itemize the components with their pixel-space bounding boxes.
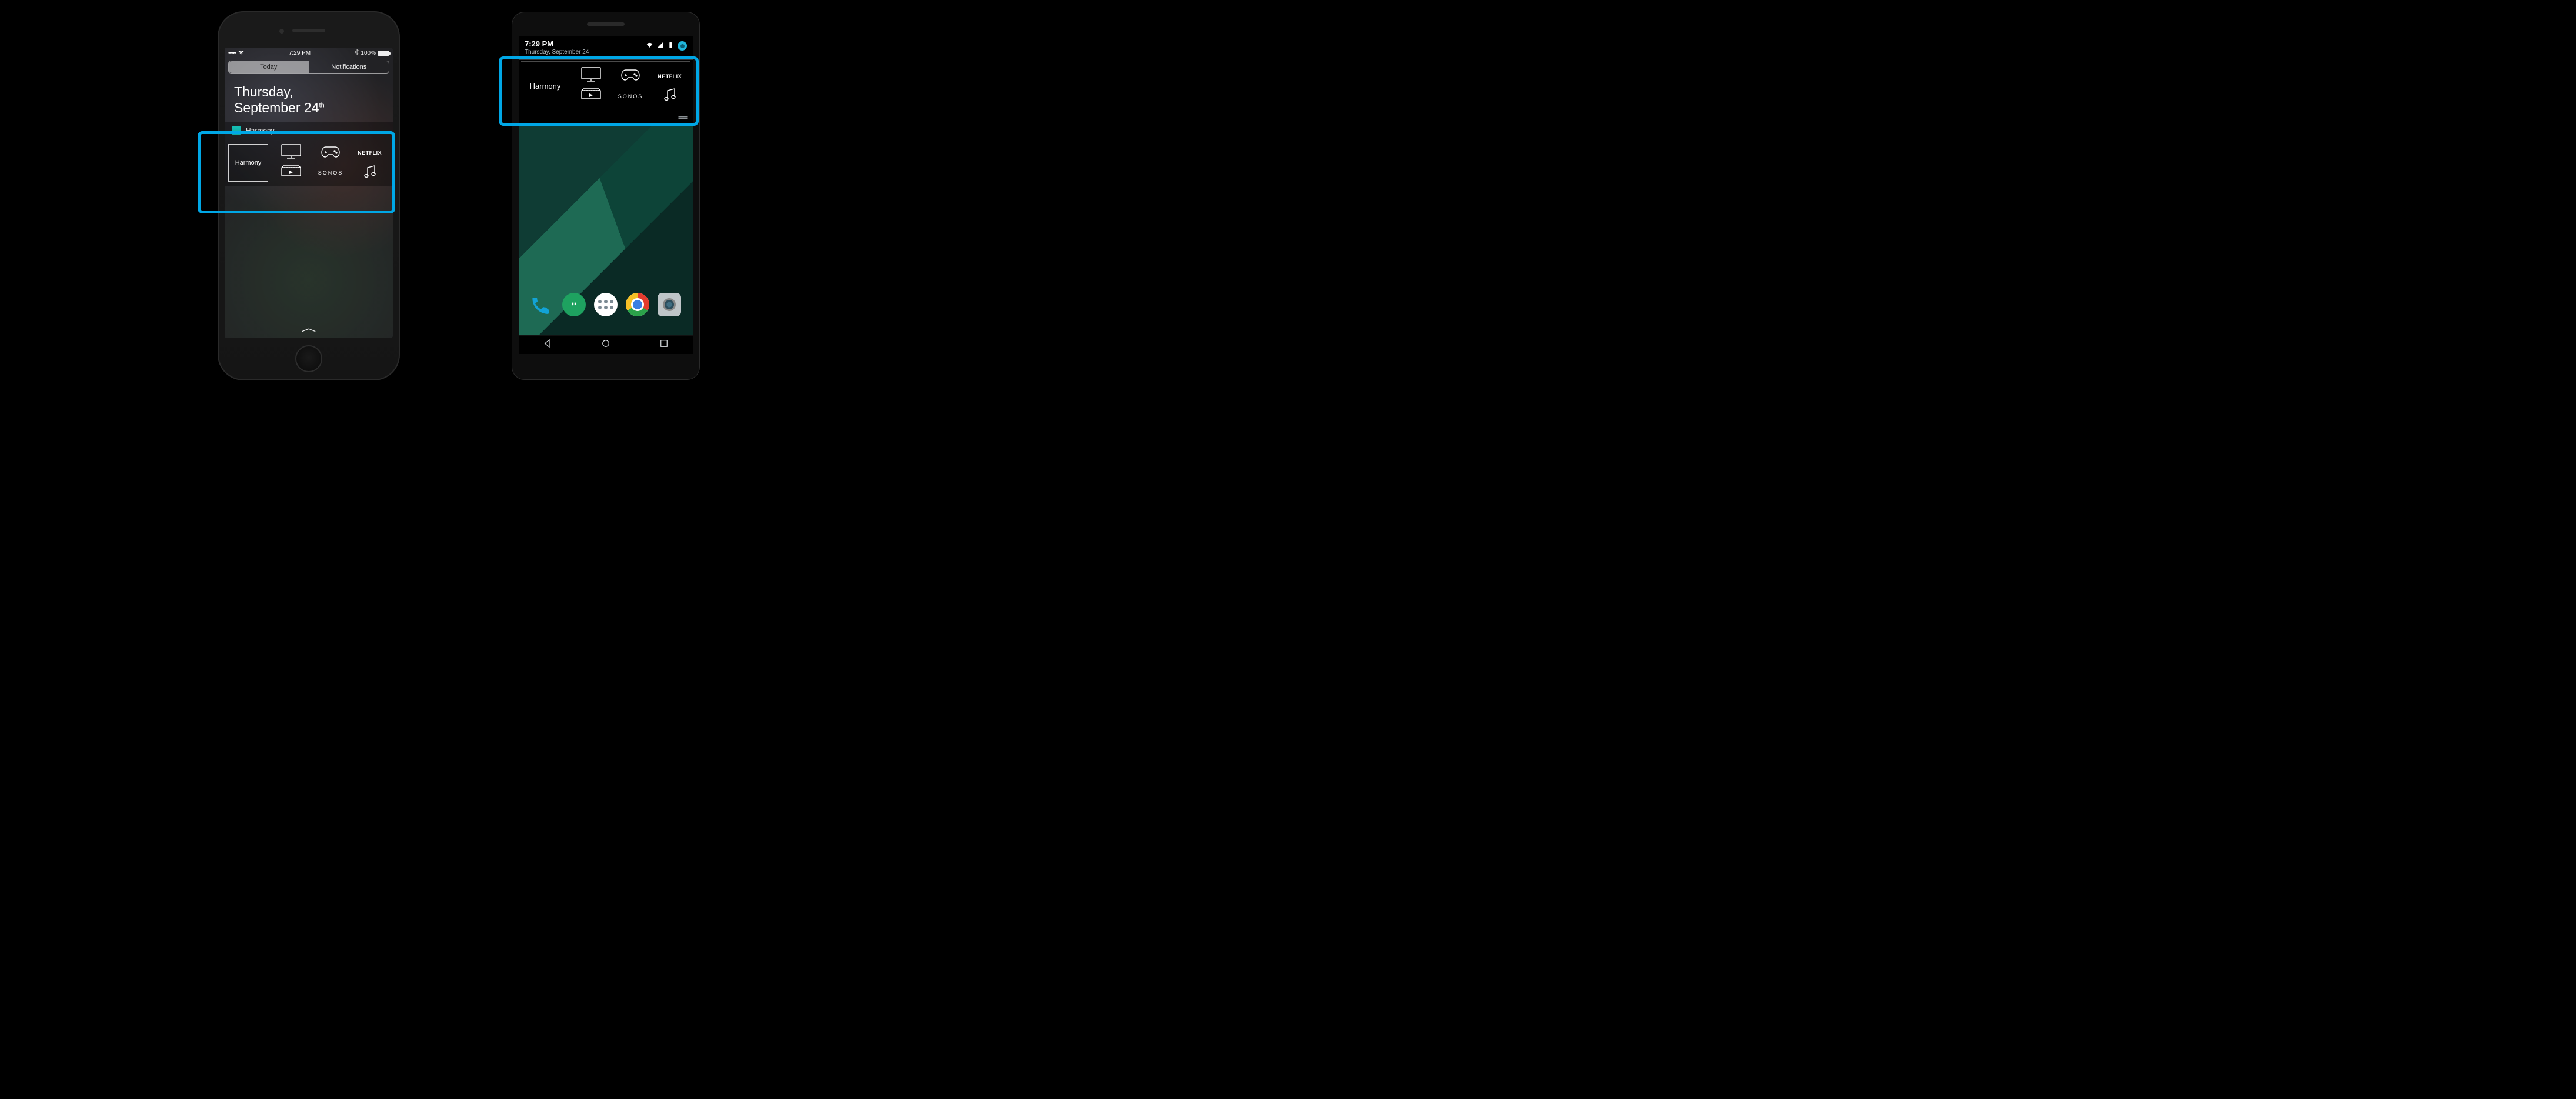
music-note-icon (663, 87, 677, 105)
nav-recents-button[interactable] (659, 338, 669, 352)
dvr-icon (281, 165, 301, 181)
tab-today[interactable]: Today (229, 61, 309, 73)
activity-music[interactable] (352, 164, 388, 182)
ios-segmented-tabs: Today Notifications (228, 61, 389, 74)
harmony-app-icon (232, 126, 241, 135)
bluetooth-icon (355, 49, 359, 57)
dock-chrome-app[interactable] (626, 293, 649, 316)
activity-play-game[interactable] (613, 68, 648, 85)
tv-icon (581, 67, 601, 85)
android-wallpaper (519, 124, 693, 335)
activity-dvr[interactable] (573, 88, 609, 105)
activity-sonos[interactable]: SONOS (613, 88, 648, 105)
tab-notifications[interactable]: Notifications (309, 61, 389, 73)
android-nav-bar (519, 335, 693, 354)
ios-today-date: Thursday, September 24th (225, 74, 393, 122)
harmony-hub-label: Harmony (530, 82, 561, 91)
dock-hangouts-app[interactable] (562, 293, 586, 316)
android-notification-shade: Harmony (519, 59, 693, 111)
harmony-widget-android: Harmony (519, 62, 693, 111)
android-notification-shade-header: 7:29 PM Thursday, September 24 (519, 36, 693, 59)
activity-watch-tv[interactable] (273, 144, 309, 162)
harmony-widget-title: Harmony (246, 126, 275, 135)
android-status-date: Thursday, September 24 (525, 49, 589, 56)
netflix-label: NETFLIX (358, 150, 382, 156)
harmony-hub-tile[interactable]: Harmony (228, 144, 268, 182)
dock-camera-app[interactable] (658, 293, 681, 316)
ios-battery-percent: 100% (361, 50, 376, 56)
harmony-activities-grid: NETFLIX SONOS (272, 144, 389, 182)
battery-icon (378, 51, 389, 56)
sonos-label: SONOS (618, 93, 643, 99)
activity-music[interactable] (652, 88, 688, 105)
ios-date-line1: Thursday, (234, 84, 293, 99)
activity-watch-tv[interactable] (573, 68, 609, 85)
iphone-home-button[interactable] (295, 345, 322, 372)
harmony-widget-ios: Harmony NETFLIX (225, 139, 393, 186)
wifi-icon (646, 41, 653, 51)
ios-date-line2: September 24 (234, 100, 319, 115)
activity-dvr[interactable] (273, 164, 309, 182)
music-note-icon (363, 164, 377, 182)
shade-expand-handle-icon[interactable] (678, 113, 688, 124)
activity-netflix[interactable]: NETFLIX (652, 68, 688, 85)
dvr-icon (581, 88, 601, 104)
iphone-speaker (292, 29, 325, 32)
sonos-label: SONOS (318, 170, 343, 176)
activity-sonos[interactable]: SONOS (313, 164, 348, 182)
wifi-icon (238, 49, 245, 57)
user-avatar-icon[interactable] (678, 41, 687, 51)
android-speaker (587, 22, 625, 26)
android-status-time: 7:29 PM (525, 39, 589, 49)
harmony-widget-header: Harmony (225, 122, 393, 139)
game-controller-icon (620, 68, 640, 84)
android-device-frame: 7:29 PM Thursday, September 24 (512, 12, 700, 380)
cellular-signal-icon (656, 41, 664, 51)
activity-play-game[interactable] (313, 144, 348, 162)
android-dock (519, 293, 693, 316)
ios-date-ordinal: th (319, 102, 324, 109)
stage: ••••• 7:29 PM 100% Today Notifications (0, 0, 917, 392)
iphone-camera (279, 29, 284, 34)
iphone-screen: ••••• 7:29 PM 100% Today Notifications (225, 48, 393, 338)
tv-icon (281, 144, 301, 162)
harmony-hub-tile[interactable]: Harmony (522, 68, 568, 105)
ios-status-bar: ••••• 7:29 PM 100% (225, 48, 393, 58)
cellular-signal-icon: ••••• (228, 50, 236, 56)
dock-app-drawer[interactable] (594, 293, 618, 316)
harmony-hub-label: Harmony (235, 159, 262, 166)
activity-netflix[interactable]: NETFLIX (352, 144, 388, 162)
dock-phone-app[interactable] (530, 293, 554, 316)
android-screen: 7:29 PM Thursday, September 24 (519, 36, 693, 354)
game-controller-icon (321, 145, 341, 161)
nav-back-button[interactable] (542, 338, 553, 352)
netflix-label: NETFLIX (658, 74, 682, 79)
harmony-activities-grid: NETFLIX SONOS (572, 68, 689, 105)
app-drawer-icon (598, 300, 613, 309)
ios-pull-handle-icon[interactable] (301, 325, 316, 336)
iphone-device-frame: ••••• 7:29 PM 100% Today Notifications (218, 11, 400, 380)
ios-status-time: 7:29 PM (245, 50, 355, 56)
nav-home-button[interactable] (600, 338, 611, 352)
battery-icon (667, 41, 675, 51)
